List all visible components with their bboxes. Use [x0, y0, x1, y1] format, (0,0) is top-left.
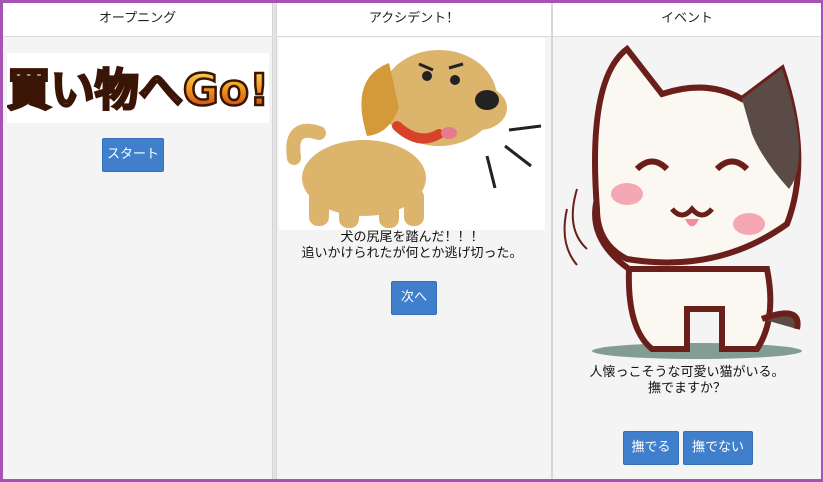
- dog-image: [286, 50, 542, 228]
- shopping-logo: 買い物へGo!: [6, 53, 271, 123]
- cat-image: [563, 44, 802, 359]
- panel-title: イベント: [553, 3, 821, 37]
- message-line: 犬の尻尾を踏んだ！！！: [340, 230, 484, 245]
- app-frame: オープニング 買い物へGo! スタート アクシデント！ 犬の尻尾を踏んだ！！！ …: [0, 0, 823, 482]
- panel-accident: アクシデント！ 犬の尻尾を踏んだ！！！ 追いかけられたが何とか逃げ切った。 次へ: [276, 3, 552, 479]
- panel-event: イベント 人懐っこそうな可愛い猫がいる。 撫でますか？ 撫でる 撫でない: [552, 3, 821, 479]
- pet-button[interactable]: 撫でる: [623, 431, 679, 465]
- dont-pet-button[interactable]: 撫でない: [683, 431, 753, 465]
- message-line: 追いかけられたが何とか逃げ切った。: [301, 246, 523, 261]
- message-line: 人懐っこそうな可愛い猫がいる。: [589, 365, 785, 380]
- next-button[interactable]: 次へ: [391, 281, 437, 315]
- logo-text: 買い物へGo!: [7, 65, 269, 116]
- panel-title: オープニング: [3, 3, 272, 37]
- dog-illustration: [279, 38, 545, 230]
- logo-image: 買い物へGo!: [6, 64, 271, 118]
- panel-opening: オープニング 買い物へGo! スタート: [3, 3, 273, 479]
- start-button[interactable]: スタート: [102, 138, 164, 172]
- cat-illustration: [557, 39, 819, 361]
- panel-title: アクシデント！: [277, 3, 551, 37]
- message-line: 撫でますか？: [647, 381, 726, 396]
